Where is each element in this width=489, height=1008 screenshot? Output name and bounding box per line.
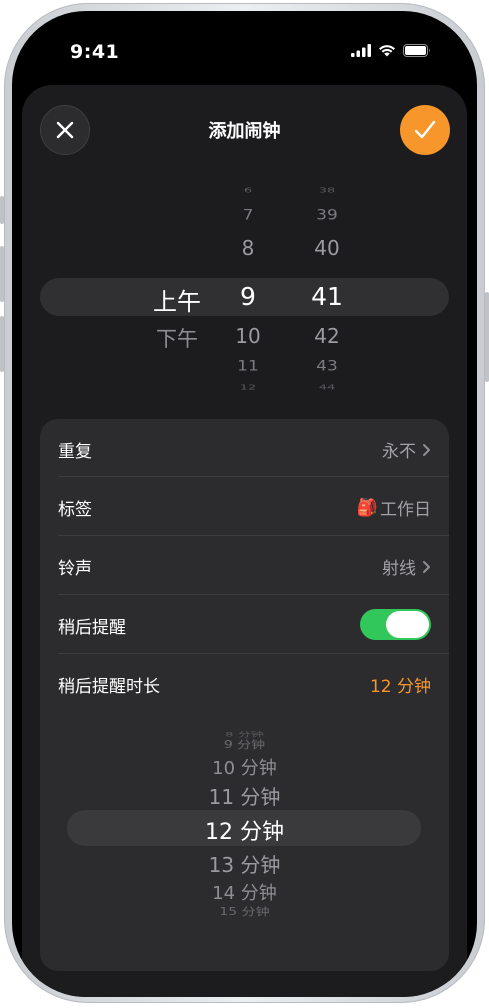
- wifi-icon: [379, 45, 395, 57]
- hour-option[interactable]: 10: [218, 324, 278, 348]
- hour-option[interactable]: 8: [218, 236, 278, 260]
- hour-option[interactable]: 7: [218, 207, 278, 224]
- snooze-option[interactable]: 10 分钟: [40, 754, 449, 780]
- time-picker[interactable]: 上午 下午 6 7 8 9 10 11 12 38 39 40 41 42 43…: [22, 180, 467, 405]
- power-button: [485, 292, 489, 382]
- repeat-value: 永不: [382, 437, 431, 462]
- repeat-value-text: 永不: [382, 442, 416, 462]
- battery-icon: [403, 44, 430, 57]
- repeat-label: 重复: [58, 442, 92, 462]
- label-value[interactable]: 🎒 工作日: [356, 495, 431, 521]
- snooze-duration-row[interactable]: 稍后提醒时长 12 分钟: [58, 654, 431, 712]
- status-bar: 9:41: [12, 11, 477, 91]
- sound-value: 射线: [382, 554, 431, 579]
- status-icons: [351, 44, 431, 57]
- label-label: 标签: [58, 500, 92, 520]
- snooze-option[interactable]: 15 分钟: [40, 904, 449, 919]
- chevron-right-icon: [423, 443, 430, 456]
- minute-option[interactable]: 38: [297, 186, 357, 194]
- hour-option[interactable]: 6: [218, 186, 278, 194]
- snooze-duration-label: 稍后提醒时长: [58, 677, 160, 697]
- screen: 9:41 添加闹钟 上午 下午 6 7 8 9 10 11 12 38 39 4…: [12, 11, 477, 997]
- sound-row[interactable]: 铃声 射线: [58, 536, 431, 594]
- minute-option[interactable]: 42: [297, 324, 357, 348]
- checkmark-icon: [414, 120, 436, 139]
- snooze-option[interactable]: 11 分钟: [40, 781, 449, 810]
- snooze-option[interactable]: 14 分钟: [40, 879, 449, 905]
- repeat-row[interactable]: 重复 永不: [58, 419, 431, 477]
- snooze-duration-picker[interactable]: 8 分钟 9 分钟 10 分钟 11 分钟 12 分钟 13 分钟 14 分钟 …: [40, 724, 449, 924]
- backpack-icon: 🎒: [356, 497, 378, 518]
- minute-option[interactable]: 43: [297, 358, 357, 375]
- minute-option-selected[interactable]: 41: [297, 282, 357, 311]
- confirm-button[interactable]: [400, 105, 450, 155]
- hour-option[interactable]: 11: [218, 358, 278, 375]
- snooze-option[interactable]: 9 分钟: [40, 737, 449, 752]
- period-option[interactable]: 下午: [127, 323, 227, 353]
- alarm-settings-card: 重复 永不 标签 🎒 工作日 铃声 射线 稍后提醒 稍后提醒时长 12 分钟 8…: [40, 419, 449, 971]
- minute-option[interactable]: 40: [297, 236, 357, 260]
- cellular-signal-icon: [351, 44, 371, 57]
- snooze-duration-value: 12 分钟: [369, 677, 431, 697]
- minute-option[interactable]: 44: [297, 383, 357, 391]
- sound-label: 铃声: [58, 559, 92, 579]
- chevron-right-icon: [423, 560, 430, 573]
- hour-option-selected[interactable]: 9: [218, 282, 278, 311]
- label-value-text: 工作日: [380, 500, 431, 520]
- status-time: 9:41: [70, 41, 120, 63]
- hour-option[interactable]: 12: [218, 383, 278, 391]
- snooze-option-selected[interactable]: 12 分钟: [40, 814, 449, 846]
- snooze-toggle[interactable]: [360, 609, 431, 640]
- toggle-knob: [386, 611, 429, 638]
- snooze-option[interactable]: 13 分钟: [40, 849, 449, 878]
- minute-option[interactable]: 39: [297, 207, 357, 224]
- snooze-row: 稍后提醒: [58, 595, 431, 653]
- action-button: [0, 196, 4, 224]
- label-row[interactable]: 标签 🎒 工作日: [58, 477, 431, 535]
- snooze-label: 稍后提醒: [58, 618, 126, 638]
- add-alarm-sheet: 添加闹钟 上午 下午 6 7 8 9 10 11 12 38 39 40 41 …: [22, 85, 467, 997]
- volume-up-button: [0, 246, 4, 302]
- volume-down-button: [0, 316, 4, 372]
- sound-value-text: 射线: [382, 559, 416, 579]
- period-option[interactable]: 上午: [127, 282, 227, 317]
